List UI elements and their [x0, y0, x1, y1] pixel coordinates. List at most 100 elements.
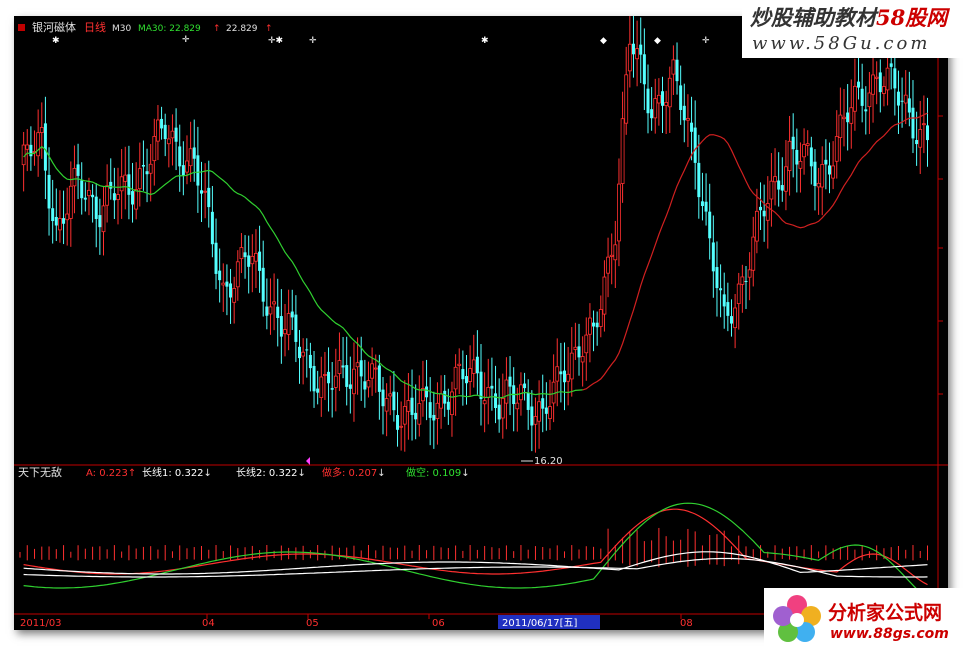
candle: [860, 88, 864, 106]
watermark-bottom: 分析家公式网 www.88gs.com: [764, 588, 970, 651]
candle: [475, 356, 479, 374]
candle: [265, 306, 269, 316]
candle: [457, 363, 462, 366]
candle: [279, 316, 283, 337]
ma30-label: MA30: 22.829: [138, 24, 201, 34]
candle: [795, 149, 799, 165]
candle: [210, 211, 214, 245]
candle: [446, 401, 450, 410]
indicator-item: 做多: 0.207: [322, 466, 377, 479]
candle: [736, 283, 741, 304]
candle: [258, 251, 262, 271]
candle: [726, 302, 730, 316]
candle: [661, 91, 665, 106]
indicator-arrow: ↓: [204, 468, 212, 479]
candle: [787, 140, 792, 172]
candle: [410, 397, 414, 415]
candle: [921, 123, 926, 126]
candle: [805, 143, 810, 146]
candle: [272, 301, 277, 305]
candle: [207, 187, 211, 208]
candle: [221, 282, 226, 286]
indicator-name: 天下无敌: [18, 465, 62, 479]
candle: [715, 267, 719, 289]
candle: [62, 218, 66, 224]
candle: [127, 174, 131, 195]
cursor-marker-icon: [306, 457, 310, 465]
candle: [853, 85, 857, 112]
ma-value2: 22.829: [226, 24, 258, 34]
candle: [759, 206, 763, 211]
candle: [54, 216, 58, 226]
indicator-item: 做空: 0.109: [406, 466, 461, 479]
candle: [345, 365, 349, 387]
candle: [188, 148, 193, 167]
ma-arrow2: ↑: [265, 24, 273, 34]
indicator-arrow: ↓: [298, 468, 306, 479]
candle: [602, 276, 607, 315]
candle: [247, 255, 251, 267]
candle: [384, 398, 389, 412]
candle: [580, 356, 585, 363]
close-box-icon[interactable]: [18, 24, 25, 31]
candle: [606, 256, 610, 274]
candle: [639, 44, 643, 55]
stock-name: 银河磁体: [32, 20, 76, 34]
chart-panel[interactable]: 银河磁体 日线 M30 MA30: 22.829 ↑ 22.829 ↑ ✱ ✛ …: [14, 16, 948, 630]
candle: [428, 402, 432, 418]
candle: [327, 371, 331, 384]
candle: [36, 132, 41, 157]
date-tick-jun: 06: [432, 618, 445, 629]
candle: [871, 74, 875, 95]
candle: [402, 406, 407, 425]
candle: [559, 371, 563, 375]
candle: [319, 376, 324, 398]
candle: [617, 183, 621, 242]
candle: [627, 43, 632, 72]
indicator-values: A: 0.223↑ 长线1: 0.322↓ 长线2: 0.322↓ 做多: 0.207…: [86, 466, 470, 479]
candle: [471, 359, 476, 374]
candle: [200, 190, 203, 194]
candle: [109, 181, 113, 189]
date-cursor-label: 2011/06/17[五]: [502, 618, 578, 629]
candle: [137, 168, 142, 190]
candle: [174, 127, 178, 142]
signal-marker-star: ✱: [481, 36, 489, 46]
candle: [359, 360, 363, 377]
candle: [83, 197, 87, 200]
candle: [312, 365, 316, 392]
candle: [907, 98, 911, 113]
candle: [631, 43, 635, 55]
candle: [744, 280, 748, 282]
candle: [80, 180, 84, 199]
osc-short-green: [23, 502, 928, 600]
candle: [515, 402, 520, 410]
candle: [305, 349, 309, 351]
candle: [864, 109, 868, 112]
signal-marker-star: ✱: [52, 36, 60, 46]
candle: [439, 393, 443, 409]
candle: [569, 352, 574, 380]
candle: [170, 130, 175, 139]
candle: [286, 313, 291, 335]
candle: [646, 88, 650, 114]
candlestick-chart[interactable]: 银河磁体 日线 M30 MA30: 22.829 ↑ 22.829 ↑ ✱ ✛ …: [14, 16, 948, 630]
candle: [482, 400, 487, 405]
candle: [882, 86, 886, 94]
candle: [87, 189, 91, 197]
candle: [918, 129, 923, 148]
candle: [642, 54, 646, 85]
signal-marker-diamond: ◆: [654, 36, 661, 46]
candle: [301, 351, 306, 357]
candle: [105, 185, 110, 206]
candle: [388, 393, 393, 397]
candle: [697, 162, 701, 198]
candle: [341, 365, 345, 368]
candle: [214, 242, 218, 274]
candle: [203, 190, 208, 193]
candle: [769, 180, 774, 200]
candle: [112, 193, 116, 201]
candle: [824, 159, 828, 165]
date-tick-aug: 08: [680, 618, 693, 629]
candle: [719, 288, 723, 291]
